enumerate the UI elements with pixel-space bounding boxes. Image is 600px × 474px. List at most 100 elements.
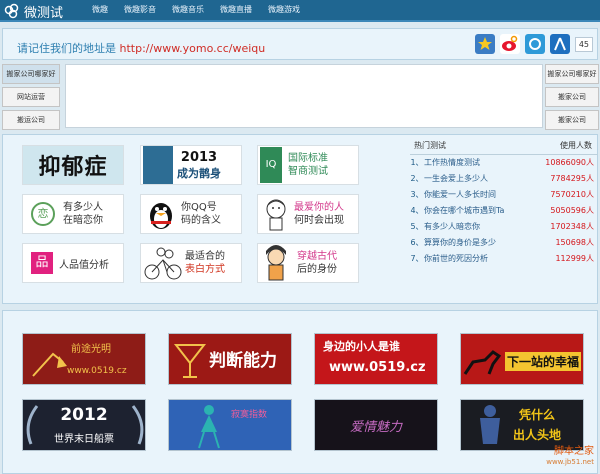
tile-line-1: 最爱你的人: [294, 202, 344, 213]
hot-test-rank: 3、: [410, 190, 424, 200]
tile-line-2: 何时会出现: [294, 215, 344, 226]
hot-test-rank: 6、: [410, 237, 424, 247]
nav-link-weiqu[interactable]: 微趣: [92, 0, 108, 20]
quiz-tile-2013[interactable]: 2013 成为鹊身: [140, 145, 242, 185]
tile-line-2: 表白方式: [185, 264, 225, 275]
tile-line-1: 国际标准: [288, 153, 328, 164]
left-side-button-2[interactable]: 网站运营: [2, 87, 60, 107]
hot-test-row[interactable]: 1、 工作热情度测试 10866090人: [410, 155, 598, 171]
character-badge: 品: [31, 252, 53, 274]
tile-year: 2013: [180, 149, 218, 165]
hot-test-count: 10866090人: [545, 158, 594, 168]
hot-test-title[interactable]: 你能爱一人多长时间: [424, 189, 538, 200]
quiz-tile-iq[interactable]: IQ 国际标准 智商测试: [257, 145, 359, 185]
hot-test-count: 5050596人: [550, 206, 594, 216]
hot-test-count: 112999人: [555, 253, 594, 263]
crush-badge: 恋: [31, 202, 55, 226]
qq-penguin-icon: [150, 203, 172, 229]
nav-link-games[interactable]: 微趣游戏: [268, 0, 300, 20]
tile-line-1: 有多少人: [63, 202, 103, 213]
featured-quiz-success[interactable]: 凭什么 出人头地: [460, 399, 584, 451]
featured-quiz-bright-future[interactable]: 前途光明 www.0519.cz: [22, 333, 146, 385]
tile-line-2: 后的身份: [297, 264, 337, 275]
featured-title: 下一站的幸福: [505, 352, 582, 371]
featured-line-1: 凭什么: [519, 408, 556, 422]
hot-tests-list: 热门测试 使用人数 1、 工作热情度测试 10866090人 2、 一生会爱上多少人 77…: [410, 138, 598, 266]
right-side-button-2[interactable]: 搬家公司: [545, 87, 599, 107]
book-icon: [143, 146, 173, 184]
featured-line-2: www.0519.cz: [67, 366, 127, 376]
hot-test-count: 7784295人: [550, 174, 594, 184]
right-side-button-1[interactable]: 搬家公司哪家好: [545, 64, 599, 84]
bicycle-couple-icon: [144, 247, 182, 280]
hot-test-title[interactable]: 你会在哪个城市遇到Ta: [424, 205, 538, 216]
featured-quiz-2012-ticket[interactable]: 2012 世界末日船票: [22, 399, 146, 451]
quiz-tile-true-love[interactable]: 最爱你的人 何时会出现: [257, 194, 359, 234]
watermark-line-2: www.jb51.net: [546, 458, 594, 466]
hot-test-row[interactable]: 2、 一生会爱上多少人 7784295人: [410, 171, 598, 187]
hot-test-title[interactable]: 一生会爱上多少人: [424, 173, 538, 184]
tile-title: 抑郁症: [38, 155, 108, 180]
hot-tests-header: 热门测试 使用人数: [410, 138, 598, 155]
hot-test-row[interactable]: 3、 你能爱一人多长时间 7570210人: [410, 187, 598, 203]
quiz-tile-character[interactable]: 品 人品值分析: [22, 243, 124, 283]
hot-test-row[interactable]: 5、 有多少人暗恋你 1702348人: [410, 219, 598, 235]
tile-title: 人品值分析: [59, 259, 109, 271]
address-bar: 请记住我们的地址是 http://www.yomo.cc/weiqu 45: [2, 28, 598, 60]
hot-test-title[interactable]: 你前世的死因分析: [424, 253, 538, 264]
featured-quiz-loneliness[interactable]: 寂寞指数: [168, 399, 292, 451]
hot-test-rank: 1、: [410, 158, 424, 168]
nav-links: 微趣 微趣影音 微趣音乐 微趣直播 微趣游戏: [92, 0, 316, 20]
right-side-buttons: 搬家公司哪家好 搬家公司 搬家公司: [545, 64, 599, 133]
hot-test-title[interactable]: 工作热情度测试: [424, 157, 538, 168]
address-url[interactable]: http://www.yomo.cc/weiqu: [120, 42, 266, 55]
weibo-icon[interactable]: [499, 33, 521, 55]
top-navigation-bar: 微测试 微趣 微趣影音 微趣音乐 微趣直播 微趣游戏: [0, 0, 600, 22]
ancient-lady-icon: [266, 245, 286, 281]
nav-link-music[interactable]: 微趣音乐: [172, 0, 204, 20]
quiz-tile-ancient-identity[interactable]: 穿越古代 后的身份: [257, 243, 359, 283]
hot-test-rank: 4、: [410, 206, 424, 216]
featured-year: 2012: [60, 405, 108, 425]
nav-link-live[interactable]: 微趣直播: [220, 0, 252, 20]
hot-test-row[interactable]: 7、 你前世的死因分析 112999人: [410, 250, 598, 266]
hot-test-count: 7570210人: [550, 190, 594, 200]
logo-flower-icon: [4, 3, 19, 19]
featured-title: 寂寞指数: [231, 410, 268, 420]
site-logo[interactable]: 微测试: [4, 2, 64, 21]
graduate-figure-icon: [480, 405, 500, 444]
featured-quiz-next-happiness[interactable]: 下一站的幸福: [460, 333, 584, 385]
hot-test-title[interactable]: 有多少人暗恋你: [424, 221, 538, 232]
logo-text: 微测试: [24, 5, 64, 21]
right-side-button-3[interactable]: 搬家公司: [545, 110, 599, 130]
quiz-tile-confession[interactable]: 最适合的 表白方式: [140, 243, 242, 283]
renren-icon[interactable]: [549, 33, 571, 55]
share-count: 45: [574, 36, 593, 52]
quiz-tile-depression[interactable]: 抑郁症: [22, 145, 124, 185]
nav-link-video[interactable]: 微趣影音: [124, 0, 156, 20]
tile-line-2: 智商测试: [288, 166, 328, 177]
featured-line-2: 出人头地: [513, 428, 562, 442]
horse-rider-icon: [463, 350, 502, 375]
left-side-button-3[interactable]: 搬运公司: [2, 110, 60, 130]
featured-quiz-villain[interactable]: 身边的小人是谁 www.0519.cz: [314, 333, 438, 385]
hot-test-row[interactable]: 6、 算算你的身价是多少 150698人: [410, 234, 598, 250]
quiz-tile-secret-crush[interactable]: 恋 有多少人 在暗恋你: [22, 194, 124, 234]
dancing-girl-icon: [198, 405, 220, 449]
quiz-tile-qq-number[interactable]: 你QQ号 码的含义: [140, 194, 242, 234]
tile-line-1: 你QQ号: [181, 202, 217, 213]
hot-test-title[interactable]: 算算你的身价是多少: [424, 237, 538, 248]
hot-test-count: 150698人: [555, 237, 594, 247]
qzone-icon[interactable]: [524, 33, 546, 55]
iq-badge: IQ: [260, 147, 282, 183]
tile-line-2: 在暗恋你: [63, 215, 103, 226]
address-notice: 请记住我们的地址是 http://www.yomo.cc/weiqu: [17, 40, 265, 56]
lamp-icon: [32, 352, 67, 377]
featured-title: 判断能力: [209, 351, 277, 371]
hot-test-row[interactable]: 4、 你会在哪个城市遇到Ta 5050596人: [410, 203, 598, 219]
featured-quiz-love-charm[interactable]: 爱情魅力: [314, 399, 438, 451]
featured-subtitle: 世界末日船票: [54, 434, 114, 445]
favorite-star-icon[interactable]: [474, 33, 496, 55]
left-side-button-1[interactable]: 搬家公司哪家好: [2, 64, 60, 84]
featured-quiz-judgment[interactable]: 判断能力: [168, 333, 292, 385]
